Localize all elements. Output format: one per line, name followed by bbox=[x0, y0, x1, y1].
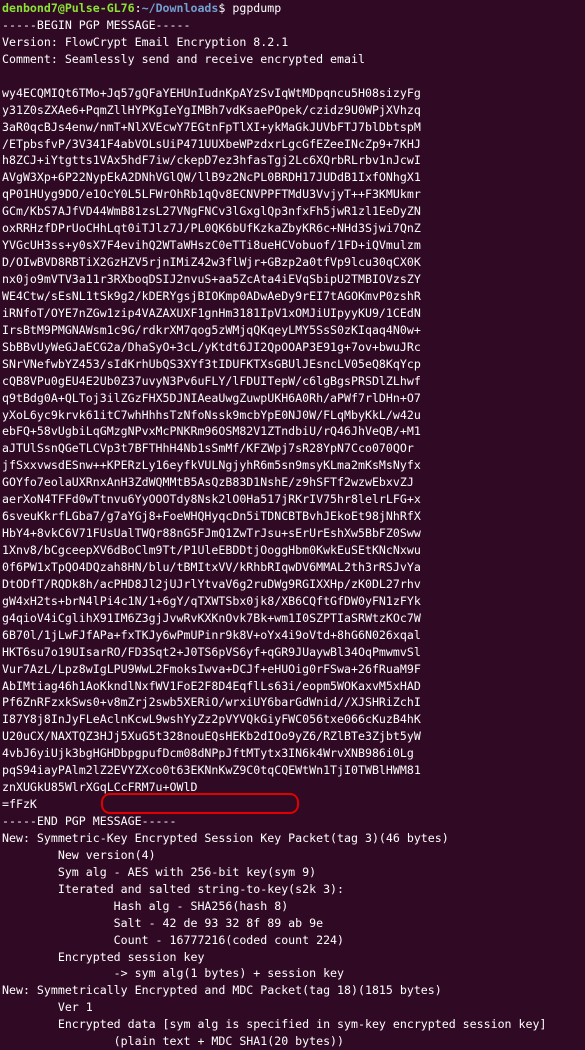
output-line: New version(4) bbox=[2, 847, 156, 862]
output-line: oxRRHzfDPrUoCHhLqt0iTJlz7J/PL0QK6bUfKzka… bbox=[2, 221, 421, 236]
output-line: WE4Ctw/sEsNL1tSk9g2/kDERYgsjBIOKmp0ADwAe… bbox=[2, 288, 421, 303]
output-line: jfSxxvwsdESnw++KPERzLy16eyfkVULNgjyhR6m5… bbox=[2, 458, 421, 473]
output-line: q9tBdg0A+QLToj3ilZGzFHX5DJNIAeaUwgZuwpUK… bbox=[2, 390, 421, 405]
output-line: HbY4+8vkC6V71FUsUalTWQr88nG5FJmQ1ZwTrJsu… bbox=[2, 526, 421, 541]
output-line: Encrypted session key bbox=[2, 949, 205, 964]
output-line: Ver 1 bbox=[2, 1000, 93, 1015]
output-line: 6sveuKkrfLGba7/g7aYGj8+FoeWHQHyqcDn5iTDN… bbox=[2, 509, 421, 524]
output-line: IrsBtM9PMGNAWsm1c9G/rdkrXM7qog5zWMjqQKqe… bbox=[2, 322, 421, 337]
output-line: h8ZCJ+iYtgtts1VAx5hdF7iw/ckepD7ez3hfasTg… bbox=[2, 153, 421, 168]
output-line: Hash alg - SHA256(hash 8) bbox=[2, 898, 289, 913]
output-line: gW4xH2ts+brN4lPi4c1N/1+6gY/qTXWTSbx0jk8/… bbox=[2, 593, 421, 608]
output-line: 4vbJ6yiUjk3bgHGHDbpgpufDcm08dNPpJftMTytx… bbox=[2, 746, 414, 761]
output-line: Salt - 42 de 93 32 8f 89 ab 9e bbox=[2, 915, 324, 930]
prompt-separator: : bbox=[134, 1, 142, 15]
output-line: (plain text + MDC SHA1(20 bytes)) bbox=[2, 1034, 345, 1049]
output-line: cQB8VPu0gEU4E2Ub0Z37uvyN3Pv6uFLY/lFDUITe… bbox=[2, 373, 421, 388]
output-line: qP01HUyg9DO/e1OcY0L5LFWrOhRb1qQv8ECNVPPF… bbox=[2, 187, 421, 202]
output-line: New: Symmetric-Key Encrypted Session Key… bbox=[2, 830, 449, 845]
prompt-symbol: $ bbox=[218, 1, 233, 15]
output-line: 0f6PW1xTpQO4DQzah8HN/blu/tBMItxVV/kRhbRI… bbox=[2, 559, 421, 574]
output-line: -> sym alg(1 bytes) + session key bbox=[2, 966, 345, 981]
output-line: GOYfo7eolaUXRnxAnH3ZdWQMMtB5AsQzB83D1Nsh… bbox=[2, 475, 414, 490]
hash-alg-highlight bbox=[101, 793, 299, 814]
output-line: 3aR0qcBJs4enw/nmT+NlXVEcwY7EGtnFpTlXI+yk… bbox=[2, 119, 421, 134]
output-line: ebFQ+58vUgbiLqGMzgNPvxMcPNKRm96OSM82V1ZT… bbox=[2, 424, 421, 439]
output-line: YVGcUH3ss+y0sX7F4evihQ2WTaWHszC0eTTi8ueH… bbox=[2, 238, 421, 253]
output-line: D/OIwBVD8RBTiX2GzHZV5rjnIMiZ42w3flWjr+GB… bbox=[2, 255, 421, 270]
output-line: Comment: Seamlessly send and receive enc… bbox=[2, 51, 365, 66]
output-line: aerXoN4TFFd0wTtnvu6YyOOOTdy8Nsk2lO0Ha517… bbox=[2, 492, 421, 507]
output-line: -----BEGIN PGP MESSAGE----- bbox=[2, 17, 191, 32]
output-line: SbBBvUyWeGJaECG2a/DhaSyO+3cL/yKtdt6JI2Qp… bbox=[2, 339, 421, 354]
output-line: Version: FlowCrypt Email Encryption 8.2.… bbox=[2, 34, 289, 49]
output-line: Count - 16777216(coded count 224) bbox=[2, 932, 345, 947]
output-line: DtODfT/RQDk8h/acPHD8Jl2jUJrlYtvaV6g2ruDW… bbox=[2, 576, 421, 591]
terminal-window[interactable]: denbond7@Pulse-GL76:~/Downloads$ pgpdump… bbox=[0, 0, 585, 1050]
output-line: GCm/KbS7AJfVD44WmB81zsL27VNgFNCv3lGxglQp… bbox=[2, 204, 421, 219]
output-line: Iterated and salted string-to-key(s2k 3)… bbox=[2, 881, 345, 896]
output-line: Sym alg - AES with 256-bit key(sym 9) bbox=[2, 864, 317, 879]
output-line: yXoL6yc9krvk61itC7whHhhsTzNfoNssk9mcbYpE… bbox=[2, 407, 421, 422]
output-line: aJTUlSsnQGeTLCVp3t7BFTHhH4Nb1sSmMf/KFZWp… bbox=[2, 441, 414, 456]
output-line: I87Y8j8InJyFLeAclnKcwL9wshYyZz2pVYVQkGiy… bbox=[2, 712, 421, 727]
prompt-command: pgpdump bbox=[232, 1, 282, 15]
output-line: AbIMtiag46h1AoKkndlNxfWV1FoE2F8D4EqflLs6… bbox=[2, 678, 421, 693]
output-line: iRNfoT/OYE7nZGw1zip4VAZAXUXF1gnHm3181IpV… bbox=[2, 305, 421, 320]
output-line: y31Z0sZXAe6+PqmZllHYPKgIeYgIMBh7vdKsaePO… bbox=[2, 102, 421, 117]
output-line: wy4ECQMIQt6TMo+Jq57gQFaYEHUnIudnKpAYzSvI… bbox=[2, 85, 421, 100]
output-line: /ETpbsfvP/3V341F4abVOLsUiP471UUXbeWPzdxr… bbox=[2, 136, 421, 151]
output-line: HKT6su7o19UIsarRO/FD3Sqt2+J0TS6pVS6yf+qG… bbox=[2, 644, 421, 659]
output-line: g4qioV4iCglihX91IM6Z3gjJvwRvKXKnOvk7Bk+w… bbox=[2, 610, 421, 625]
output-line: 6B70l/1jLwFJfAPa+fxTKJy6wPmUPinr9k8V+oYx… bbox=[2, 627, 421, 642]
output-line: Pf6ZnRFzxkSws0+v8mZrj2swb5XERiO/wrxiUY6b… bbox=[2, 695, 421, 710]
output-line: AVgW3Xp+6P22NypEkA2DNhVGlQW/llB9z2NcPL0B… bbox=[2, 170, 421, 185]
prompt-path: ~/Downloads bbox=[141, 1, 219, 15]
output-line: Encrypted data [sym alg is specified in … bbox=[2, 1017, 547, 1032]
output-line: Vur7AzL/Lpz8wIgLPU9WwL2FmoksIwva+DCJf+eH… bbox=[2, 661, 421, 676]
output-line: New: Symmetrically Encrypted and MDC Pac… bbox=[2, 983, 442, 998]
output-line: pqS94iayPAlm2lZ2EVYZXco0t63EKNnKwZ9C0tqC… bbox=[2, 763, 421, 778]
output-line: U20uCX/NAXTQZ3HJj5XuG5t328nouEQsHEKb2dIO… bbox=[2, 729, 421, 744]
output-line: 1Xnv8/bCgceepXV6dBoClm9Tt/P1UleEBDDtjOog… bbox=[2, 543, 421, 557]
output-line: SNrVNefwbYZ453/sIdKrhUbQS3XYf3tIDUFKTXsG… bbox=[2, 356, 421, 371]
output-line: -----END PGP MESSAGE----- bbox=[2, 814, 177, 828]
terminal-output: -----BEGIN PGP MESSAGE----- Version: Flow… bbox=[2, 17, 585, 1050]
prompt-user-host: denbond7@Pulse-GL76 bbox=[2, 1, 135, 15]
command-prompt: denbond7@Pulse-GL76:~/Downloads$ pgpdump bbox=[2, 0, 585, 17]
output-line: nx0jo9mVTV3a11r3RXboqDSIJ2nvuS+aa5ZcAta4… bbox=[2, 272, 421, 286]
